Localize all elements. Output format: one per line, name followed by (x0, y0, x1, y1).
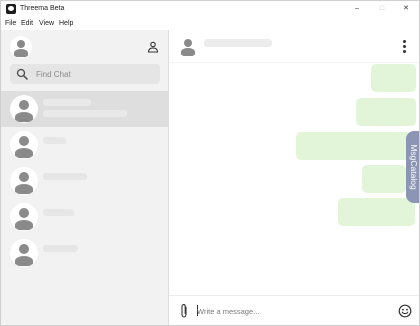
person-icon-body (15, 220, 33, 230)
chat-list-item[interactable] (1, 127, 168, 163)
minimize-button[interactable]: – (349, 3, 365, 15)
contact-avatar (10, 95, 38, 123)
message-bubble[interactable] (338, 198, 415, 226)
menu-help[interactable]: Help (59, 17, 73, 30)
conversation-name-placeholder (204, 39, 272, 47)
msgcatalog-tab[interactable]: MsgCatalog (406, 131, 419, 203)
contact-name-placeholder (43, 209, 74, 216)
person-icon-head (17, 40, 25, 48)
person-icon-body (181, 48, 195, 56)
person-icon-body (15, 184, 33, 194)
message-composer (169, 295, 419, 325)
emoji-icon[interactable] (398, 304, 412, 318)
dot (403, 50, 406, 53)
contacts-icon[interactable] (147, 41, 159, 53)
message-bubble[interactable] (296, 132, 412, 160)
title-bar[interactable]: Threema Beta – □ ✕ (1, 1, 419, 17)
window-title: Threema Beta (20, 5, 65, 12)
message-bubble[interactable] (356, 98, 416, 126)
menu-view[interactable]: View (39, 17, 54, 30)
menu-file[interactable]: File (5, 17, 16, 30)
chat-list-item[interactable] (1, 91, 168, 127)
menu-edit[interactable]: Edit (21, 17, 33, 30)
person-icon-head (19, 208, 29, 218)
person-icon-head (19, 172, 29, 182)
message-bubble[interactable] (362, 165, 406, 193)
more-options-icon[interactable] (401, 40, 407, 54)
person-icon-head (19, 244, 29, 254)
maximize-button[interactable]: □ (374, 3, 390, 15)
profile-avatar[interactable] (10, 36, 32, 58)
conversation-pane: MsgCatalog (169, 30, 419, 325)
person-icon-body (15, 256, 33, 266)
message-input[interactable] (197, 304, 387, 318)
chat-list-item[interactable] (1, 235, 168, 271)
close-button[interactable]: ✕ (398, 3, 414, 15)
person-icon-head (19, 136, 29, 146)
person-icon-body (15, 112, 33, 122)
search-input[interactable] (36, 67, 154, 81)
person-icon-head (184, 39, 192, 47)
threema-app-icon (6, 4, 16, 14)
find-chat-search[interactable] (10, 64, 160, 84)
dot (403, 45, 406, 48)
menu-bar: File Edit View Help (1, 17, 419, 30)
contact-avatar (10, 131, 38, 159)
message-bubble[interactable] (371, 64, 416, 92)
conversation-avatar[interactable] (177, 35, 199, 57)
contact-avatar (10, 203, 38, 231)
contact-name-placeholder (43, 173, 87, 180)
contact-name-placeholder (43, 245, 78, 252)
header-divider (169, 62, 419, 63)
chat-list-item[interactable] (1, 199, 168, 235)
paperclip-icon[interactable] (179, 303, 189, 319)
person-icon-body (14, 49, 28, 57)
dot (403, 40, 406, 43)
app-window: Threema Beta – □ ✕ File Edit View Help F… (0, 0, 420, 326)
contact-name-placeholder (43, 99, 91, 106)
chat-list-item[interactable] (1, 163, 168, 199)
msgcatalog-tab-label: MsgCatalog (409, 144, 419, 190)
message-preview-placeholder (43, 110, 127, 117)
chat-sidebar (1, 30, 169, 325)
person-icon-body (15, 148, 33, 158)
contact-avatar (10, 167, 38, 195)
person-icon-head (19, 100, 29, 110)
contact-name-placeholder (43, 137, 66, 144)
contact-avatar (10, 239, 38, 267)
search-icon (16, 68, 28, 80)
